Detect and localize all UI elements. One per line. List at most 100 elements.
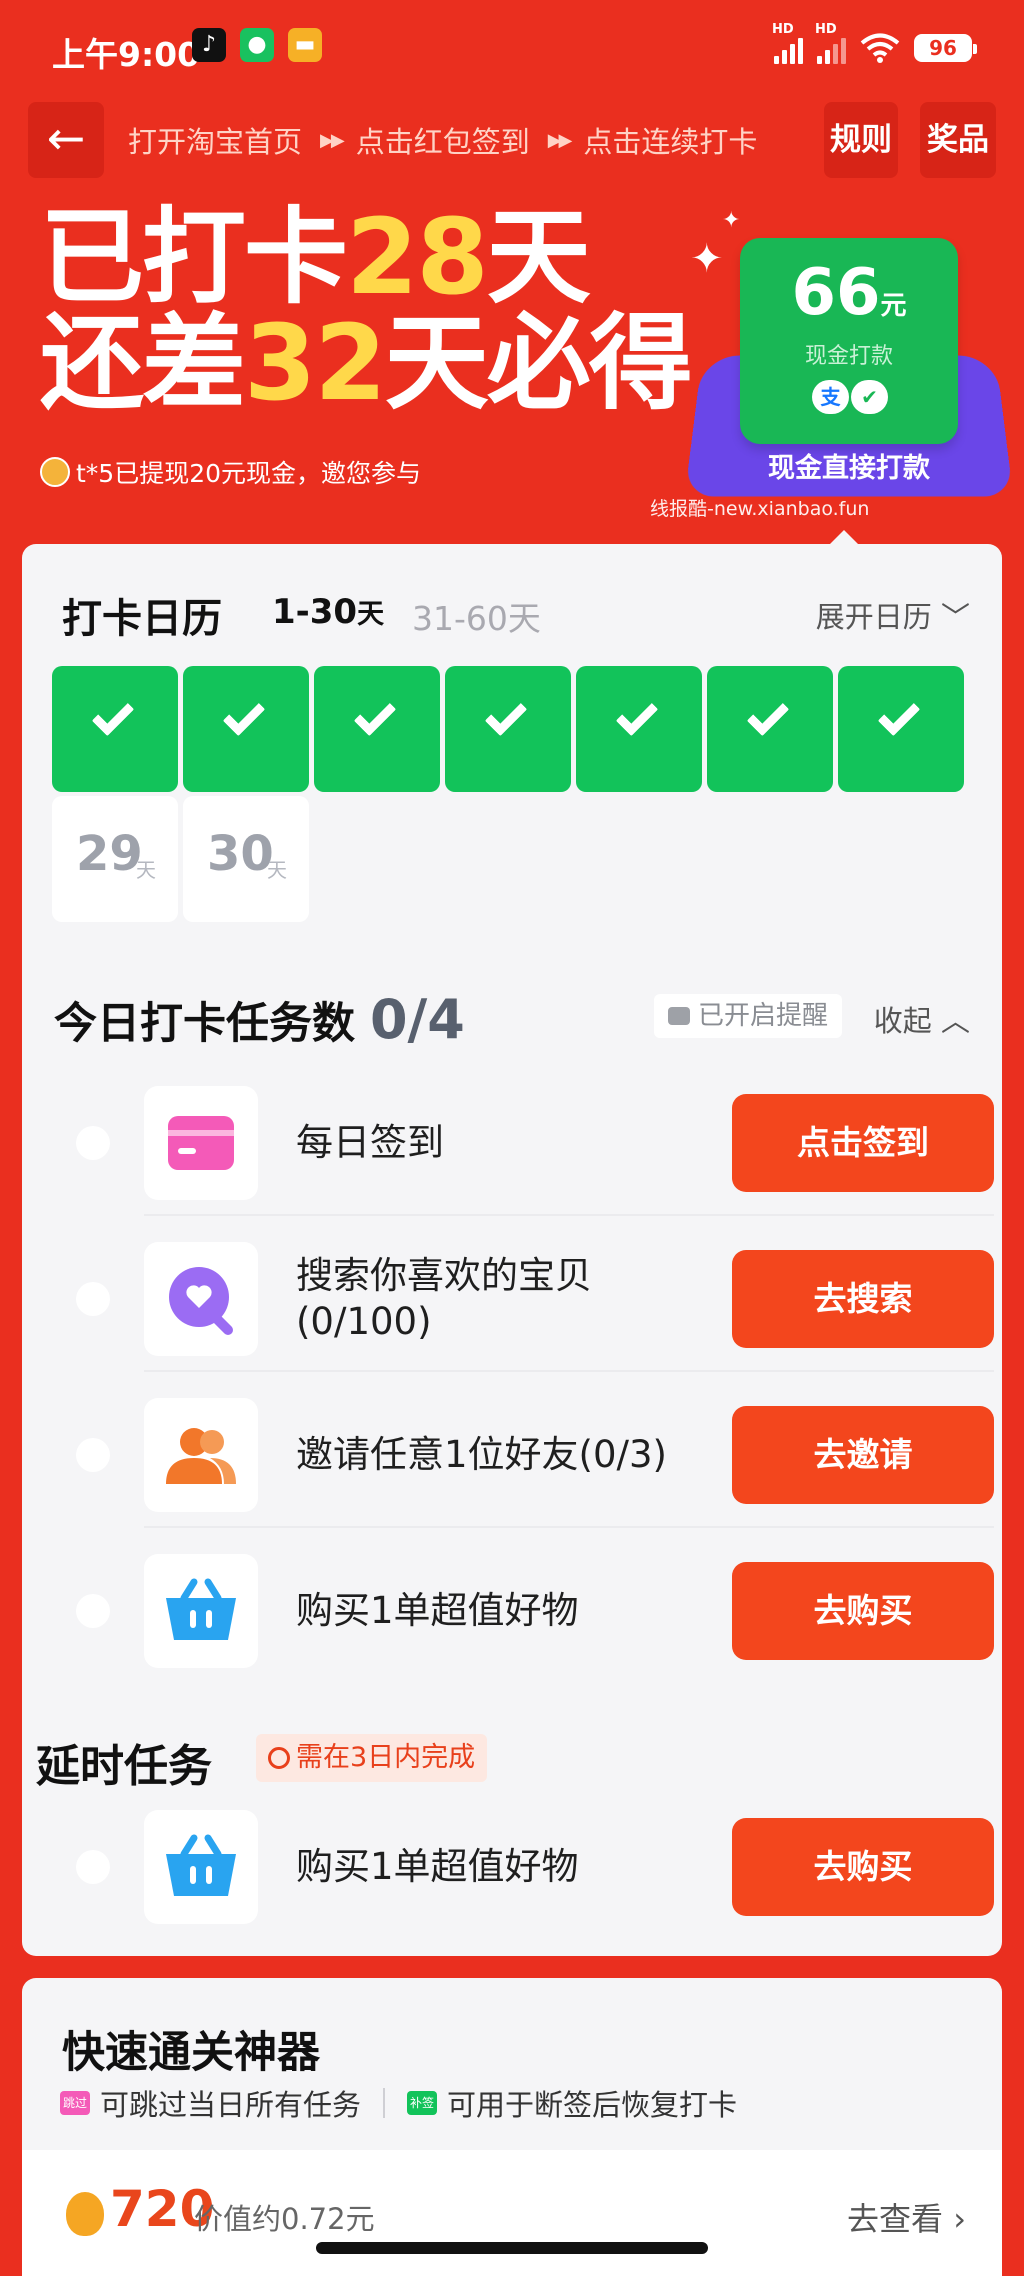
calendar-day-done <box>707 666 833 792</box>
calendar-day-done <box>52 666 178 792</box>
network-label: HD <box>772 22 794 37</box>
main-panel: 打卡日历 1-30天 31-60天 展开日历 ﹀ 29 天 30 天 今日打卡任务数 … <box>22 544 1002 1956</box>
step-arrow-icon: ▶▶ <box>547 129 573 151</box>
coin-icon <box>66 2192 104 2236</box>
basket-icon <box>144 1810 258 1924</box>
reminder-badge[interactable]: 已开启提醒 <box>654 994 843 1038</box>
notes-icon: ▬ <box>288 28 322 62</box>
ticker: t*5已提现20元现金，邀您参与 <box>40 454 421 490</box>
check-icon <box>353 693 397 737</box>
task-label: 购买1单超值好物 <box>296 1845 579 1888</box>
status-indicators: HD HD 96 <box>772 22 977 68</box>
search-button[interactable]: 去搜索 <box>732 1250 994 1348</box>
chevron-down-icon: ﹀ <box>940 600 970 634</box>
reward-number: 66 <box>791 256 881 330</box>
ticker-text: t*5已提现20元现金，邀您参与 <box>76 459 422 488</box>
invite-button[interactable]: 去邀请 <box>732 1406 994 1504</box>
deadline-badge: 需在3日内完成 <box>256 1734 488 1782</box>
reward-label: 现金直接打款 <box>768 453 930 484</box>
headline-prefix: 还差 <box>40 302 246 424</box>
pay-icons: 支 ✔ <box>812 380 888 414</box>
status-bar: 上午9:00 ♪ ● ▬ HD HD 96 <box>0 0 1024 100</box>
buy-button[interactable]: 去购买 <box>732 1818 994 1916</box>
tasks-title-text: 今日打卡任务数 <box>54 999 355 1049</box>
view-button[interactable]: 去查看 › <box>847 2194 966 2240</box>
check-icon <box>91 693 135 737</box>
alipay-icon: 支 <box>812 380 849 414</box>
task-radio[interactable] <box>76 1282 110 1316</box>
check-icon <box>877 693 921 737</box>
alarm-icon <box>668 1007 690 1025</box>
reward-card[interactable]: 66元 现金打款 支 ✔ <box>740 238 958 444</box>
wifi-icon <box>860 33 900 63</box>
calendar-day-done <box>183 666 309 792</box>
wechat-icon: ● <box>240 28 274 62</box>
headline-prefix: 已打卡 <box>40 196 348 318</box>
days-done: 28 <box>346 196 489 318</box>
tasks-count: 0/4 <box>369 988 465 1051</box>
task-row: 每日签到 点击签到 <box>44 1080 994 1216</box>
task-row: 邀请任意1位好友(0/3) 去邀请 <box>44 1392 994 1528</box>
headline-line1: 已打卡28天 <box>40 204 691 310</box>
task-radio[interactable] <box>76 1438 110 1472</box>
expand-calendar-button[interactable]: 展开日历 ﹀ <box>816 594 970 636</box>
sparkle-icon: ✦ <box>690 236 724 282</box>
tab-unit: 天 <box>357 599 385 630</box>
day-number: 29 <box>76 826 143 882</box>
day-unit: 天 <box>267 858 287 882</box>
check-icon <box>615 693 659 737</box>
collapse-button[interactable]: 收起 ︿ <box>874 998 970 1040</box>
calendar-day-pending: 29 天 <box>52 796 178 922</box>
chevron-up-icon: ︿ <box>940 1004 970 1038</box>
buy-button[interactable]: 去购买 <box>732 1562 994 1660</box>
tool-panel: 快速通关神器 跳过 可跳过当日所有任务 补签 可用于断签后恢复打卡 720 价值… <box>22 1978 1002 2276</box>
tool-item[interactable]: 720 价值约0.72元 去查看 › <box>22 2150 1002 2276</box>
sign-in-button[interactable]: 点击签到 <box>732 1094 994 1192</box>
tool-title: 快速通关神器 <box>62 2028 320 2078</box>
prize-button[interactable]: 奖品 <box>920 102 996 178</box>
calendar-day-done <box>314 666 440 792</box>
step-arrow-icon: ▶▶ <box>320 129 345 151</box>
steps-breadcrumb: 打开淘宝首页 ▶▶ 点击红包签到 ▶▶ 点击连续打卡 <box>128 118 757 162</box>
rules-button[interactable]: 规则 <box>824 102 898 178</box>
headline-suffix: 天必得 <box>384 302 693 424</box>
home-indicator[interactable] <box>316 2242 708 2254</box>
task-label: 购买1单超值好物 <box>296 1589 579 1632</box>
back-button[interactable]: ← <box>28 102 104 178</box>
basket-icon <box>144 1554 258 1668</box>
reminder-text: 已开启提醒 <box>698 1001 829 1031</box>
signal-2-icon: HD <box>815 22 846 64</box>
friends-icon <box>144 1398 258 1512</box>
day-unit: 天 <box>136 858 156 882</box>
skip-tag-icon: 跳过 <box>60 2091 90 2115</box>
battery-icon: 96 <box>914 34 977 62</box>
headline-line2: 还差32天必得 <box>40 310 693 416</box>
network-label: HD <box>815 22 837 37</box>
watermark: 线报酷-new.xianbao.fun <box>650 498 870 520</box>
step-2: 点击红包签到 <box>355 125 530 159</box>
delayed-title: 延时任务 <box>36 1741 212 1792</box>
deadline-text: 需在3日内完成 <box>296 1742 476 1773</box>
task-row: 购买1单超值好物 去购买 <box>44 1548 994 1674</box>
tab-1-30[interactable]: 1-30天 <box>272 592 384 632</box>
calendar-day-done <box>445 666 571 792</box>
resign-tag-icon: 补签 <box>407 2091 438 2115</box>
task-row: 搜索你喜欢的宝贝(0/100) 去搜索 <box>44 1236 994 1372</box>
check-icon <box>746 693 790 737</box>
task-radio[interactable] <box>76 1594 110 1628</box>
task-row: 购买1单超值好物 去购买 <box>44 1804 994 1930</box>
tool-features: 跳过 可跳过当日所有任务 补签 可用于断签后恢复打卡 <box>60 2082 737 2124</box>
tiktok-icon: ♪ <box>192 28 226 62</box>
check-icon <box>222 693 266 737</box>
coin-value: 价值约0.72元 <box>194 2202 375 2236</box>
tab-31-60[interactable]: 31-60天 <box>412 592 541 640</box>
status-time: 上午9:00 <box>52 35 201 74</box>
reward-unit: 元 <box>880 291 907 321</box>
headline: 已打卡28天 还差32天必得 <box>40 204 693 416</box>
task-radio[interactable] <box>76 1126 110 1160</box>
step-1: 打开淘宝首页 <box>128 125 303 159</box>
signal-1-icon: HD <box>772 22 803 64</box>
task-radio[interactable] <box>76 1850 110 1884</box>
sparkle-icon: ✦ <box>722 208 741 233</box>
chevron-right-icon: › <box>953 2200 966 2238</box>
